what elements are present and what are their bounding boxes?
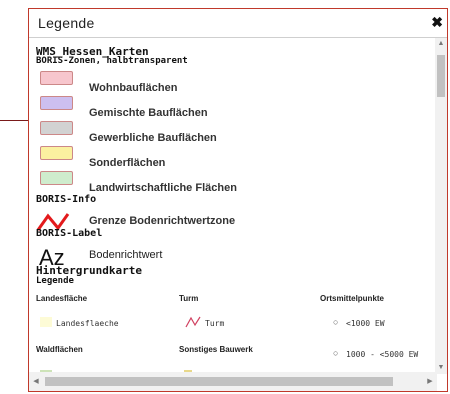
circle-medium-icon: ○ — [333, 348, 339, 358]
vertical-scroll-thumb[interactable] — [437, 55, 445, 97]
zone-label-sonder: Sonderflächen — [89, 157, 166, 169]
zone-swatch-landwirtschaft — [40, 171, 73, 185]
info-heading: BORIS-Info — [36, 194, 97, 205]
sub-col1-item: Landesflaeche — [56, 319, 119, 328]
close-icon[interactable]: ✖ — [431, 14, 443, 31]
horizontal-scroll-thumb[interactable] — [45, 377, 393, 386]
zone-swatch-gemischt — [40, 96, 73, 110]
zone-label-gewerbe: Gewerbliche Bauflächen — [89, 132, 217, 144]
background-subheading: Legende — [36, 276, 74, 286]
zone-label-landwirtschaft: Landwirtschaftliche Flächen — [89, 182, 237, 194]
sub-col2-title: Turm — [179, 294, 199, 303]
label-item: Bodenrichtwert — [89, 249, 163, 261]
zones-heading: BORIS-Zonen, halbtransparent — [36, 56, 188, 66]
zone-swatch-wohnbau — [40, 71, 73, 85]
scroll-up-icon[interactable]: ▲ — [435, 38, 447, 50]
sub-col3-title: Ortsmittelpunkte — [320, 294, 385, 303]
background-heading: Hintergrundkarte — [36, 264, 142, 277]
dialog-title: Legende — [38, 15, 95, 31]
landesflaeche-swatch — [40, 317, 52, 327]
zone-label-gemischt: Gemischte Bauflächen — [89, 107, 208, 119]
vertical-scrollbar[interactable]: ▲ ▼ — [435, 38, 447, 374]
info-label: Grenze Bodenrichtwertzone — [89, 215, 236, 227]
scroll-left-icon[interactable]: ◀ — [29, 372, 43, 391]
legend-dialog: Legende ✖ WMS_Hessen_Karten BORIS-Zonen,… — [28, 8, 448, 392]
label-heading: BORIS-Label — [36, 228, 103, 239]
circle-small-icon: ○ — [333, 317, 339, 327]
zone-label-wohnbau: Wohnbauflächen — [89, 82, 178, 94]
sub-col1-title: Landesfläche — [36, 294, 88, 303]
legend-content[interactable]: WMS_Hessen_Karten BORIS-Zonen, halbtrans… — [29, 38, 437, 374]
horizontal-scrollbar[interactable]: ◀ ▶ — [29, 372, 437, 391]
sub-col1-title2: Waldflächen — [36, 345, 83, 354]
zone-swatch-gewerbe — [40, 121, 73, 135]
scroll-right-icon[interactable]: ▶ — [423, 372, 437, 391]
title-bar[interactable]: Legende ✖ — [29, 9, 447, 38]
tower-icon — [185, 316, 201, 328]
sub-col2-title2: Sonstiges Bauwerk — [179, 345, 253, 354]
sub-col2-item: Turm — [205, 319, 225, 328]
sub-col3-item1: <1000 EW — [346, 319, 385, 328]
sub-col3-item2: 1000 - <5000 EW — [346, 350, 419, 359]
leader-line — [0, 120, 30, 121]
zone-swatch-sonder — [40, 146, 73, 160]
